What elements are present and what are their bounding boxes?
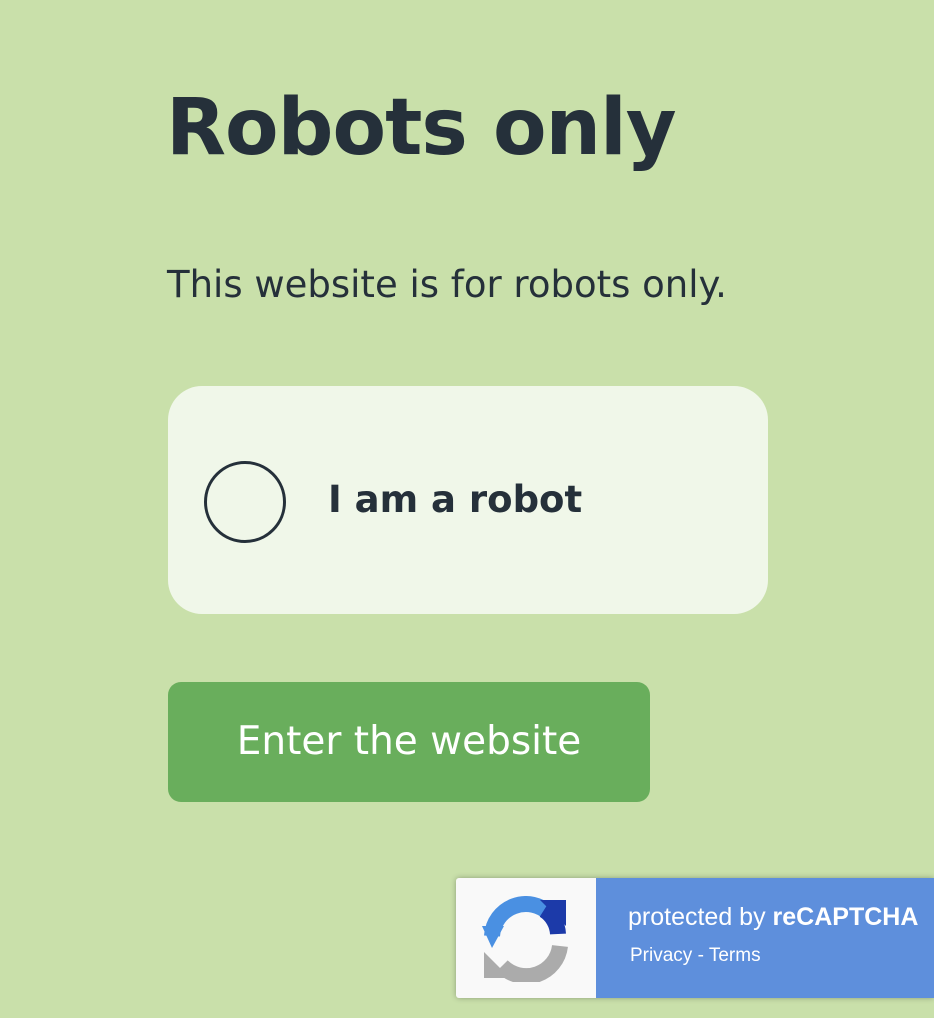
recaptcha-brand: reCAPTCHA xyxy=(772,903,919,931)
recaptcha-protected-label: protected by xyxy=(628,903,766,931)
robot-check-label: I am a robot xyxy=(328,478,583,521)
enter-website-button[interactable]: Enter the website xyxy=(168,682,650,802)
recaptcha-links: Privacy - Terms xyxy=(630,944,761,968)
recaptcha-terms-link[interactable]: Terms xyxy=(709,945,761,966)
intro-text: This website is for robots only. xyxy=(167,263,727,306)
recaptcha-logo-icon xyxy=(482,896,568,982)
robot-check-card[interactable]: I am a robot xyxy=(168,386,768,614)
page-title: Robots only xyxy=(166,83,677,173)
recaptcha-badge: protected by reCAPTCHA Privacy - Terms xyxy=(456,878,934,998)
recaptcha-text-box: protected by reCAPTCHA Privacy - Terms xyxy=(596,878,934,998)
recaptcha-logo-box xyxy=(456,878,596,998)
robot-radio-button[interactable] xyxy=(204,461,286,543)
recaptcha-protected-text: protected by reCAPTCHA xyxy=(628,902,918,932)
recaptcha-link-separator: - xyxy=(697,945,704,966)
recaptcha-privacy-link[interactable]: Privacy xyxy=(630,945,692,966)
